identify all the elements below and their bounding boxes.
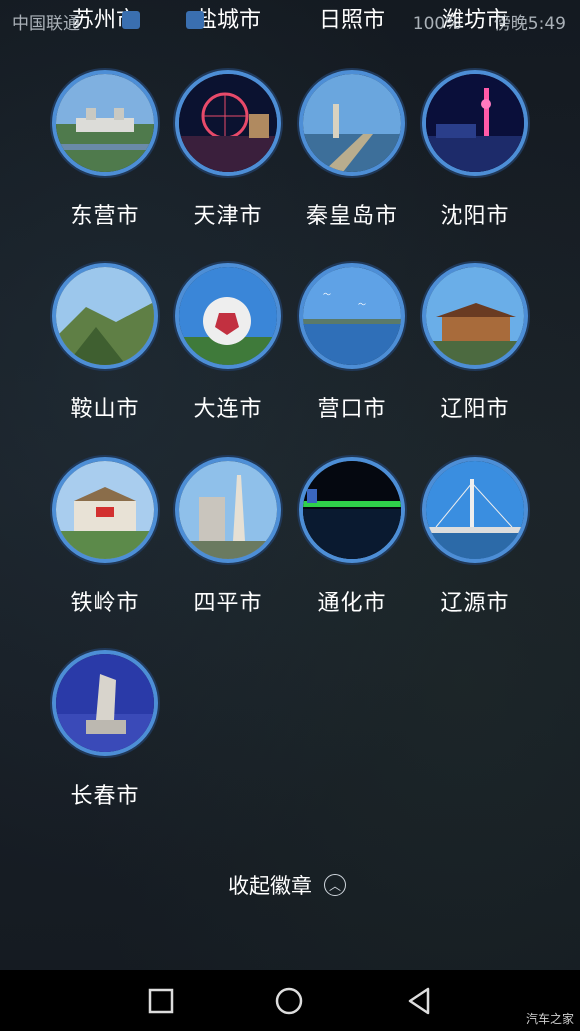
badge-label: 鞍山市	[70, 397, 140, 422]
seaside-tower-photo-icon	[299, 70, 405, 176]
badge-label: 长春市	[70, 784, 140, 809]
city-plaza-photo-icon	[52, 70, 158, 176]
badge-shenyang[interactable]: 沈阳市	[413, 70, 537, 230]
pagoda-building-photo-icon	[422, 263, 528, 369]
badge-siping[interactable]: 四平市	[166, 457, 290, 617]
badge-label: 大连市	[193, 397, 263, 422]
status-right: 100% 傍晚5:49	[413, 9, 566, 34]
collapse-label: 收起徽章	[228, 874, 312, 898]
badge-label: 营口市	[317, 397, 387, 422]
status-bar: 中国联通 100% 傍晚5:49	[0, 0, 580, 40]
badge-liaoyang[interactable]: 辽阳市	[413, 263, 537, 423]
badge-changchun[interactable]: 长春市	[43, 650, 167, 810]
badge-label: 四平市	[193, 591, 263, 616]
badge-dongying[interactable]: 东营市	[43, 70, 167, 230]
badge-label: 通化市	[317, 591, 387, 616]
recent-apps-button[interactable]	[146, 986, 176, 1016]
ferris-wheel-night-photo-icon	[175, 70, 281, 176]
statue-photo-icon	[52, 650, 158, 756]
notification-icons	[92, 11, 204, 29]
badge-qinhuangdao[interactable]: 秦皇岛市	[290, 70, 414, 230]
badge-yingkou[interactable]: 〜〜 营口市	[290, 263, 414, 423]
badge-label: 铁岭市	[70, 591, 140, 616]
badge-dalian[interactable]: 大连市	[166, 263, 290, 423]
badge-tonghua[interactable]: 通化市	[290, 457, 414, 617]
badge-label: 辽阳市	[440, 397, 510, 422]
tower-night-photo-icon	[422, 70, 528, 176]
football-sculpture-photo-icon	[175, 263, 281, 369]
palace-building-photo-icon	[52, 457, 158, 563]
chevron-up-icon: ︿	[324, 874, 346, 896]
monument-photo-icon	[175, 457, 281, 563]
carrier: 中国联通	[12, 14, 80, 34]
sea-gulls-photo-icon: 〜〜	[299, 263, 405, 369]
badge-label: 秦皇岛市	[305, 204, 398, 229]
collapse-badges-button[interactable]: 收起徽章 ︿	[228, 870, 346, 900]
clock: 傍晚5:49	[493, 14, 566, 34]
home-button[interactable]	[274, 986, 304, 1016]
navigation-bar: 汽车之家	[0, 970, 580, 1031]
badge-liaoyuan[interactable]: 辽源市	[413, 457, 537, 617]
mountain-pine-photo-icon	[52, 263, 158, 369]
svg-text:〜: 〜	[323, 290, 331, 299]
app-icon	[122, 11, 140, 29]
back-button[interactable]	[404, 986, 434, 1016]
battery-percent: 100%	[412, 14, 462, 34]
night-waterfront-photo-icon	[299, 457, 405, 563]
watermark: 汽车之家	[525, 1012, 574, 1026]
cable-bridge-photo-icon	[422, 457, 528, 563]
badge-label: 沈阳市	[440, 204, 510, 229]
badge-label: 辽源市	[440, 591, 510, 616]
badge-tieling[interactable]: 铁岭市	[43, 457, 167, 617]
badge-tianjin[interactable]: 天津市	[166, 70, 290, 230]
badge-label: 东营市	[70, 204, 140, 229]
badge-anshan[interactable]: 鞍山市	[43, 263, 167, 423]
badge-label: 天津市	[193, 204, 263, 229]
app-icon	[186, 11, 204, 29]
svg-text:〜: 〜	[358, 300, 366, 309]
